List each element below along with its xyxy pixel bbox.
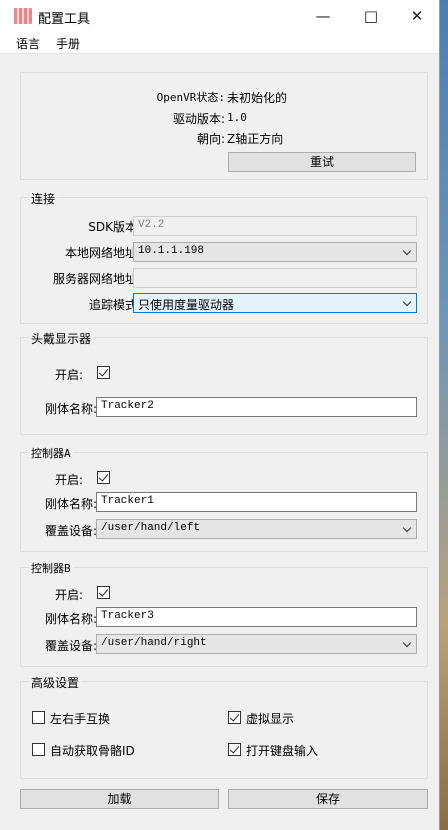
maximize-icon: □ bbox=[363, 7, 379, 25]
swap-hands-checkbox[interactable] bbox=[32, 711, 45, 724]
minimize-button[interactable]: — bbox=[300, 0, 346, 32]
sdk-version-field: V2.2 bbox=[133, 216, 417, 236]
minimize-icon: — bbox=[315, 7, 331, 25]
local-address-select[interactable]: 10.1.1.198 bbox=[133, 242, 417, 262]
local-address-value: 10.1.1.198 bbox=[138, 245, 205, 257]
controller-a-override-select[interactable]: /user/hand/left bbox=[96, 519, 417, 539]
swap-hands-label[interactable]: 左右手互换 bbox=[50, 710, 110, 727]
controller-a-override-label: 覆盖设备: bbox=[44, 524, 97, 538]
controller-a-rigid-label: 刚体名称: bbox=[44, 497, 97, 511]
virtual-display-label[interactable]: 虚拟显示 bbox=[246, 710, 294, 727]
chevron-down-icon bbox=[402, 246, 412, 256]
chevron-down-icon bbox=[402, 297, 412, 307]
window-title: 配置工具 bbox=[38, 12, 91, 27]
connection-legend: 连接 bbox=[29, 190, 58, 207]
maximize-button[interactable]: □ bbox=[348, 0, 394, 32]
advanced-legend: 高级设置 bbox=[29, 674, 82, 691]
tracking-mode-select[interactable]: 只使用度量驱动器 bbox=[133, 293, 417, 313]
orientation-label: 朝向: bbox=[196, 132, 225, 146]
connection-group: 连接 SDK版本: V2.2 本地网络地址: 10.1.1.198 服务器网络地… bbox=[20, 190, 428, 324]
openvr-status-value: 未初始化的 bbox=[227, 91, 288, 105]
driver-version-value: 1.0 bbox=[227, 111, 247, 124]
keyboard-input-checkbox[interactable] bbox=[228, 743, 241, 756]
status-group: OpenVR状态: 未初始化的 驱动版本: 1.0 朝向: Z轴正方向 重试 bbox=[20, 72, 428, 180]
controller-b-override-label: 覆盖设备: bbox=[44, 639, 97, 653]
controller-a-enable-checkbox[interactable] bbox=[97, 471, 110, 484]
server-address-label: 服务器网络地址: bbox=[52, 272, 141, 286]
openvr-status-label: OpenVR状态: bbox=[156, 91, 225, 104]
close-icon: ✕ bbox=[410, 7, 424, 25]
advanced-group: 高级设置 左右手互换 虚拟显示 自动获取骨骼ID 打开键盘输入 bbox=[20, 674, 428, 779]
config-window: 配置工具 — □ ✕ 语言 手册 OpenVR状态: 未初始化的 驱动版本: 1… bbox=[0, 0, 440, 830]
auto-bone-id-label[interactable]: 自动获取骨骼ID bbox=[50, 742, 135, 759]
controller-b-legend: 控制器B bbox=[29, 560, 73, 576]
hmd-enable-checkbox[interactable] bbox=[97, 366, 110, 379]
controller-b-group: 控制器B 开启: 刚体名称: Tracker3 覆盖设备: /user/hand… bbox=[20, 560, 428, 667]
hmd-rigid-label: 刚体名称: bbox=[44, 402, 97, 416]
controller-b-override-value: /user/hand/right bbox=[101, 637, 207, 649]
chevron-down-icon bbox=[402, 523, 412, 533]
controller-b-override-select[interactable]: /user/hand/right bbox=[96, 634, 417, 654]
controller-a-override-value: /user/hand/left bbox=[101, 522, 201, 534]
virtual-display-checkbox[interactable] bbox=[228, 711, 241, 724]
controller-a-legend: 控制器A bbox=[29, 445, 73, 461]
close-button[interactable]: ✕ bbox=[394, 0, 440, 32]
driver-version-label: 驱动版本: bbox=[172, 112, 225, 126]
local-address-label: 本地网络地址: bbox=[64, 246, 141, 260]
orientation-value: Z轴正方向 bbox=[227, 132, 284, 146]
controller-b-rigid-label: 刚体名称: bbox=[44, 612, 97, 626]
tracking-mode-value: 只使用度量驱动器 bbox=[138, 298, 235, 312]
menu-manual[interactable]: 手册 bbox=[56, 35, 80, 52]
chevron-down-icon bbox=[402, 638, 412, 648]
controller-a-group: 控制器A 开启: 刚体名称: Tracker1 覆盖设备: /user/hand… bbox=[20, 445, 428, 552]
hmd-rigid-field[interactable]: Tracker2 bbox=[96, 397, 417, 417]
hmd-legend: 头戴显示器 bbox=[29, 330, 94, 347]
controller-a-enable-label: 开启: bbox=[54, 473, 83, 487]
save-button[interactable]: 保存 bbox=[228, 789, 428, 809]
hmd-group: 头戴显示器 开启: 刚体名称: Tracker2 bbox=[20, 330, 428, 435]
server-address-field bbox=[133, 268, 417, 288]
retry-button[interactable]: 重试 bbox=[228, 152, 416, 172]
app-icon bbox=[14, 8, 32, 24]
controller-b-enable-label: 开启: bbox=[54, 588, 83, 602]
auto-bone-id-checkbox[interactable] bbox=[32, 743, 45, 756]
menu-bar: 语言 手册 bbox=[0, 32, 439, 54]
title-bar[interactable]: 配置工具 — □ ✕ bbox=[0, 0, 439, 32]
controller-a-rigid-field[interactable]: Tracker1 bbox=[96, 492, 417, 512]
hmd-enable-label: 开启: bbox=[54, 368, 83, 382]
controller-b-rigid-field[interactable]: Tracker3 bbox=[96, 607, 417, 627]
keyboard-input-label[interactable]: 打开键盘输入 bbox=[246, 742, 318, 759]
controller-b-enable-checkbox[interactable] bbox=[97, 586, 110, 599]
load-button[interactable]: 加载 bbox=[20, 789, 219, 809]
menu-language[interactable]: 语言 bbox=[16, 35, 40, 52]
